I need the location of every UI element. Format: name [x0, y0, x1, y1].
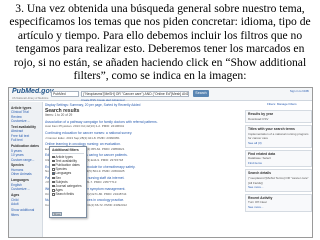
result-citation: J Cancer Educ. 2013 Sep;28(3):421-8. PMI…	[45, 135, 120, 140]
sidebar-box: Find related data Database: Select Find it…	[245, 149, 312, 168]
sidebar-box: Recent Activity Turn Off Clear See more...	[245, 193, 312, 212]
checkbox-icon[interactable]	[52, 189, 55, 192]
checkbox-icon[interactable]	[52, 176, 55, 180]
result-item: Continuing education for cancer nurses: …	[45, 131, 241, 140]
filter-option[interactable]: Other Animals	[11, 172, 40, 176]
filter-option[interactable]: Customize ...	[11, 119, 40, 123]
filter-option[interactable]: Full text	[11, 138, 40, 142]
checkbox-icon[interactable]	[52, 172, 55, 175]
checkbox-icon[interactable]	[52, 193, 55, 196]
popup-show-button[interactable]: Show	[52, 211, 62, 216]
display-settings[interactable]: Display Settings: Summary, 20 per page, …	[45, 103, 241, 108]
filter-option[interactable]: Custom range...	[11, 158, 40, 162]
filter-option[interactable]: Customize ...	[11, 187, 40, 191]
show-additional-filters-link[interactable]: Show additional filters	[11, 208, 40, 217]
sidebar-box: Search details ("neoplasms"[MeSH Terms] O…	[245, 169, 312, 192]
checkbox-icon[interactable]	[52, 184, 55, 188]
search-input[interactable]: ("Neoplasms"[MeSH] OR "Cancer care") AND…	[81, 91, 189, 97]
filter-option[interactable]: Adult	[11, 202, 40, 206]
sidebar-box-link[interactable]: See more...	[248, 205, 309, 210]
pubmed-screenshot: PubMed.gov US National Library of Medici…	[8, 87, 313, 238]
search-links[interactable]: Create RSS Create alert Advanced	[81, 98, 124, 103]
right-sidebar: Filters: Manage Filters Results by year D…	[245, 102, 312, 237]
instruction-caption: 3. Una vez obtenida una búsqueda general…	[9, 2, 311, 83]
sidebar-box-link[interactable]: Find items	[248, 161, 309, 166]
checkbox-icon[interactable]	[52, 159, 55, 163]
database-select[interactable]: PubMed	[51, 91, 79, 97]
sidebar-box-link[interactable]: See all (3)	[248, 141, 309, 146]
checkbox-icon[interactable]	[52, 163, 55, 167]
checkbox-icon[interactable]	[52, 168, 55, 171]
manage-filters-link[interactable]: Filters: Manage Filters	[267, 102, 297, 107]
result-item: Association of a pathway campaign for fa…	[45, 120, 241, 129]
additional-filters-popup: Additional filters Article types Text ava…	[49, 146, 87, 218]
sidebar-box-text: Implementation of a national nursing pro…	[248, 131, 309, 141]
filter-sidebar: Article types Clinical Trial Review Customi…	[9, 102, 43, 237]
checkbox-icon[interactable]	[52, 180, 55, 184]
sidebar-box: Titles with your search terms Implementat…	[245, 125, 312, 148]
popup-option-label: Search fields	[55, 192, 74, 197]
right-boxes: Results by year Download CSV Titles with y…	[245, 108, 312, 212]
search-button[interactable]: Search	[193, 90, 209, 97]
sidebar-box-text: ("neoplasms"[MeSH Terms] OR "cancer care…	[248, 175, 309, 185]
sidebar-box-link[interactable]: See more...	[248, 185, 309, 190]
sidebar-box-text: Download CSV	[248, 116, 269, 121]
pubmed-logo[interactable]: PubMed.gov	[12, 88, 54, 94]
search-bar: PubMed.gov US National Library of Medici…	[9, 88, 312, 103]
result-citation: Aust Fam Physician. 2013 Oct;42(10):1-2.…	[45, 124, 125, 129]
results-count: Items: 1 to 20 of 29	[45, 113, 73, 118]
sign-in-link[interactable]: Sign in to NCBI	[290, 89, 309, 94]
checkbox-icon[interactable]	[52, 155, 55, 158]
popup-option[interactable]: Search fields	[52, 192, 84, 196]
popup-title: Additional filters	[52, 148, 84, 154]
popup-options: Article types Text availability Publicatio…	[52, 155, 84, 197]
sidebar-box: Results by year Download CSV	[245, 110, 312, 124]
logo-subtitle: US National Library of Medicine	[12, 97, 49, 100]
